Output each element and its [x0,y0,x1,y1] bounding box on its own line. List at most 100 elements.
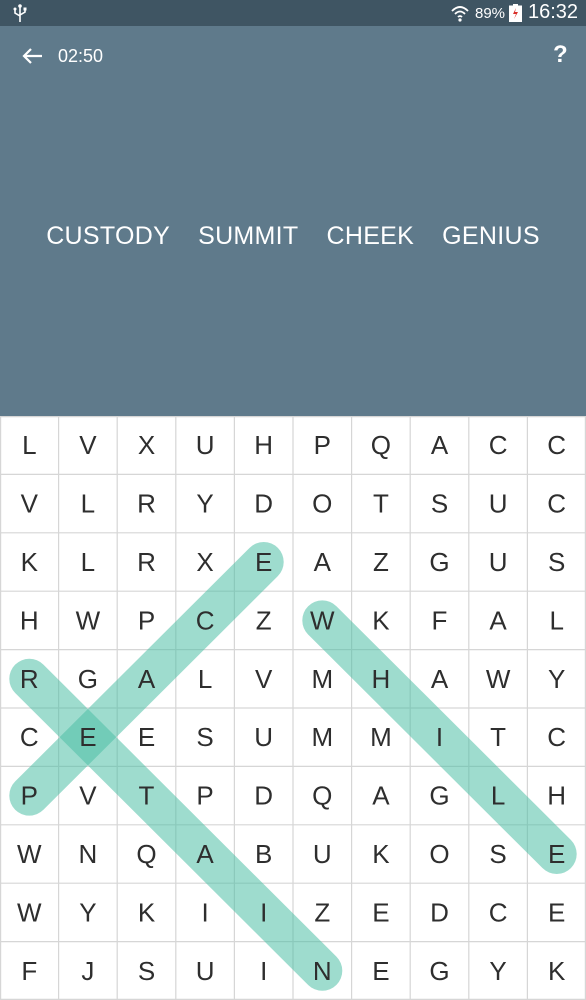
grid-cell-letter[interactable]: A [314,547,332,577]
grid-cell-letter[interactable]: Z [373,547,389,577]
grid-cell-letter[interactable]: C [196,605,215,635]
grid-cell-letter[interactable]: K [372,839,390,869]
grid-cell-letter[interactable]: S [138,956,155,986]
grid-cell-letter[interactable]: U [196,430,215,460]
grid-cell-letter[interactable]: L [549,605,563,635]
grid-cell-letter[interactable]: U [196,956,215,986]
grid-cell-letter[interactable]: V [255,664,273,694]
grid-cell-letter[interactable]: C [547,489,566,519]
grid-cell-letter[interactable]: E [79,722,96,752]
grid-cell-letter[interactable]: Q [136,839,156,869]
grid-cell-letter[interactable]: W [310,605,335,635]
grid-cell-letter[interactable]: A [431,430,449,460]
grid-cell-letter[interactable]: G [429,781,449,811]
grid-cell-letter[interactable]: A [138,664,156,694]
grid-cell-letter[interactable]: X [138,430,155,460]
grid-cell-letter[interactable]: Z [256,605,272,635]
grid-cell-letter[interactable]: S [489,839,506,869]
grid-cell-letter[interactable]: C [489,897,508,927]
grid-cell-letter[interactable]: N [79,839,98,869]
grid-cell-letter[interactable]: R [20,664,39,694]
grid-cell-letter[interactable]: P [196,781,213,811]
grid-cell-letter[interactable]: A [489,605,507,635]
grid-cell-letter[interactable]: I [436,722,443,752]
arrow-left-icon[interactable] [20,46,44,66]
grid-cell-letter[interactable]: N [313,956,332,986]
grid-cell-letter[interactable]: R [137,489,156,519]
grid-cell-letter[interactable]: D [254,489,273,519]
grid-cell-letter[interactable]: T [490,722,506,752]
grid-cell-letter[interactable]: W [486,664,511,694]
grid-cell-letter[interactable]: W [17,897,42,927]
help-icon[interactable]: ? [553,41,568,69]
grid-cell-letter[interactable]: K [372,605,390,635]
grid-cell-letter[interactable]: L [491,781,505,811]
grid-cell-letter[interactable]: H [20,605,39,635]
grid-cell-letter[interactable]: E [548,839,565,869]
grid-cell-letter[interactable]: L [198,664,212,694]
grid-cell-letter[interactable]: I [201,897,208,927]
letter-grid-board[interactable]: L V X U H P Q A C CV L R Y D O T S U CK L R X E A Z G U SH W P C Z W K F A L… [0,416,586,1000]
grid-cell-letter[interactable]: L [22,430,36,460]
grid-cell-letter[interactable]: F [432,605,448,635]
grid-cell-letter[interactable]: Q [312,781,332,811]
grid-cell-letter[interactable]: Y [548,664,565,694]
grid-cell-letter[interactable]: Y [196,489,213,519]
grid-cell-letter[interactable]: A [372,781,390,811]
grid-cell-letter[interactable]: C [547,722,566,752]
grid-cell-letter[interactable]: X [196,547,213,577]
grid-cell-letter[interactable]: P [314,430,331,460]
grid-cell-letter[interactable]: C [489,430,508,460]
grid-cell-letter[interactable]: U [254,722,273,752]
grid-cell-letter[interactable]: G [429,956,449,986]
grid-cell-letter[interactable]: O [312,489,332,519]
grid-cell-letter[interactable]: G [78,664,98,694]
grid-cell-letter[interactable]: M [311,722,333,752]
grid-cell-letter[interactable]: S [196,722,213,752]
grid-cell-letter[interactable]: B [255,839,272,869]
grid-cell-letter[interactable]: M [370,722,392,752]
letter-grid[interactable]: LVXUHPQACCVLRYDOTSUCKLRXEAZGUSHWPCZWKFAL… [0,416,586,1000]
grid-cell-letter[interactable]: H [254,430,273,460]
grid-cell-letter[interactable]: H [547,781,566,811]
grid-cell-letter[interactable]: E [255,547,272,577]
grid-cell-letter[interactable]: J [81,956,94,986]
grid-cell-letter[interactable]: G [429,547,449,577]
grid-cell-letter[interactable]: Z [314,897,330,927]
grid-cell-letter[interactable]: H [372,664,391,694]
grid-cell-letter[interactable]: P [21,781,38,811]
grid-cell-letter[interactable]: U [313,839,332,869]
grid-cell-letter[interactable]: K [548,956,566,986]
grid-cell-letter[interactable]: C [20,722,39,752]
grid-cell-letter[interactable]: D [430,897,449,927]
grid-cell-letter[interactable]: V [79,430,97,460]
grid-cell-letter[interactable]: K [21,547,39,577]
grid-cell-letter[interactable]: L [81,547,95,577]
grid-cell-letter[interactable]: F [21,956,37,986]
grid-cell-letter[interactable]: T [373,489,389,519]
grid-cell-letter[interactable]: P [138,605,155,635]
grid-cell-letter[interactable]: D [254,781,273,811]
grid-cell-letter[interactable]: A [196,839,214,869]
grid-cell-letter[interactable]: O [429,839,449,869]
grid-cell-letter[interactable]: Y [79,897,96,927]
grid-cell-letter[interactable]: S [431,489,448,519]
grid-cell-letter[interactable]: V [21,489,39,519]
grid-cell-letter[interactable]: S [548,547,565,577]
grid-cell-letter[interactable]: R [137,547,156,577]
grid-cell-letter[interactable]: I [260,897,267,927]
grid-cell-letter[interactable]: M [311,664,333,694]
grid-cell-letter[interactable]: Q [371,430,391,460]
grid-cell-letter[interactable]: E [372,897,389,927]
grid-cell-letter[interactable]: L [81,489,95,519]
grid-cell-letter[interactable]: E [372,956,389,986]
grid-cell-letter[interactable]: W [17,839,42,869]
grid-cell-letter[interactable]: E [138,722,155,752]
grid-cell-letter[interactable]: E [548,897,565,927]
grid-cell-letter[interactable]: K [138,897,156,927]
grid-cell-letter[interactable]: U [489,489,508,519]
grid-cell-letter[interactable]: V [79,781,97,811]
grid-cell-letter[interactable]: C [547,430,566,460]
grid-cell-letter[interactable]: I [260,956,267,986]
grid-cell-letter[interactable]: T [139,781,155,811]
